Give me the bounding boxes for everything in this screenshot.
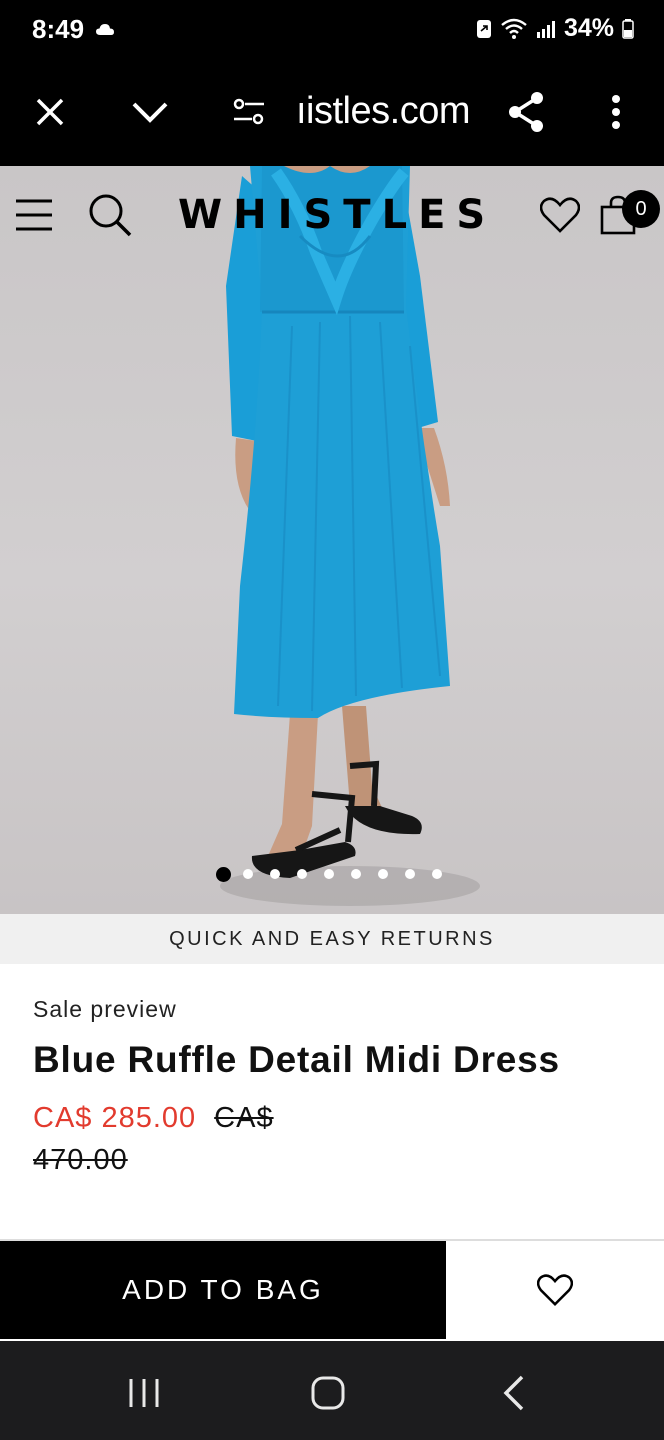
battery-percent: 34% [563, 14, 614, 42]
carousel-dot[interactable] [270, 866, 297, 882]
heart-icon [537, 1274, 573, 1306]
product-image[interactable] [0, 166, 664, 914]
url-text[interactable]: ıistles.com [296, 90, 470, 133]
browser-toolbar: ıistles.com [0, 62, 664, 166]
carousel-dot[interactable] [297, 866, 324, 882]
back-button[interactable] [484, 1371, 544, 1415]
carousel-dot[interactable] [216, 866, 243, 882]
close-icon [36, 98, 64, 126]
status-icons: 34% [476, 14, 634, 43]
product-title: Blue Ruffle Detail Midi Dress [33, 1039, 560, 1080]
minimize-button[interactable] [126, 88, 174, 136]
status-time: 8:49 [32, 14, 85, 44]
tune-icon [233, 98, 264, 125]
system-nav-bar [0, 1341, 664, 1440]
site-header: WHISTLES [0, 166, 664, 266]
wifi-icon [501, 18, 527, 39]
carousel-dot[interactable] [405, 866, 432, 882]
add-to-wishlist-button[interactable] [446, 1241, 664, 1339]
site-settings-button[interactable] [225, 88, 273, 136]
signal-icon [536, 20, 555, 38]
status-bar: 8:49 34% [0, 0, 664, 62]
recents-icon [129, 1379, 159, 1407]
search-icon [89, 194, 132, 237]
sale-label: Sale preview [33, 996, 177, 1022]
bag-count-badge: 0 [622, 190, 660, 228]
more-vert-icon [612, 95, 620, 129]
heart-icon [540, 197, 580, 233]
back-icon [503, 1375, 524, 1411]
home-icon [311, 1376, 345, 1410]
price-row: CA$ 285.00 CA$ 470.00 [33, 1097, 333, 1181]
chevron-down-icon [132, 102, 168, 123]
notification-icon [476, 19, 491, 38]
carousel-dot[interactable] [324, 866, 351, 882]
carousel-dot[interactable] [243, 866, 270, 882]
sale-price: CA$ 285.00 [33, 1102, 197, 1134]
carousel-dot[interactable] [378, 866, 405, 882]
close-tab-button[interactable] [26, 88, 74, 136]
model-photo [226, 166, 450, 878]
wishlist-button[interactable] [536, 190, 584, 240]
product-info: Sale preview Blue Ruffle Detail Midi Dre… [33, 996, 633, 1181]
home-button[interactable] [298, 1371, 358, 1415]
menu-button[interactable] [10, 190, 58, 240]
more-options-button[interactable] [592, 88, 640, 136]
menu-icon [16, 199, 52, 231]
search-button[interactable] [86, 190, 134, 240]
add-to-bag-button[interactable]: ADD TO BAG [0, 1241, 446, 1339]
share-icon [509, 92, 543, 132]
carousel-dots[interactable] [216, 866, 459, 882]
recents-button[interactable] [114, 1371, 174, 1415]
carousel-dot[interactable] [351, 866, 378, 882]
carousel-dot[interactable] [432, 866, 459, 882]
share-button[interactable] [502, 88, 550, 136]
cloud-icon [96, 24, 114, 35]
returns-banner: QUICK AND EASY RETURNS [0, 914, 664, 964]
battery-icon [622, 18, 634, 39]
site-logo[interactable]: WHISTLES [178, 192, 496, 238]
